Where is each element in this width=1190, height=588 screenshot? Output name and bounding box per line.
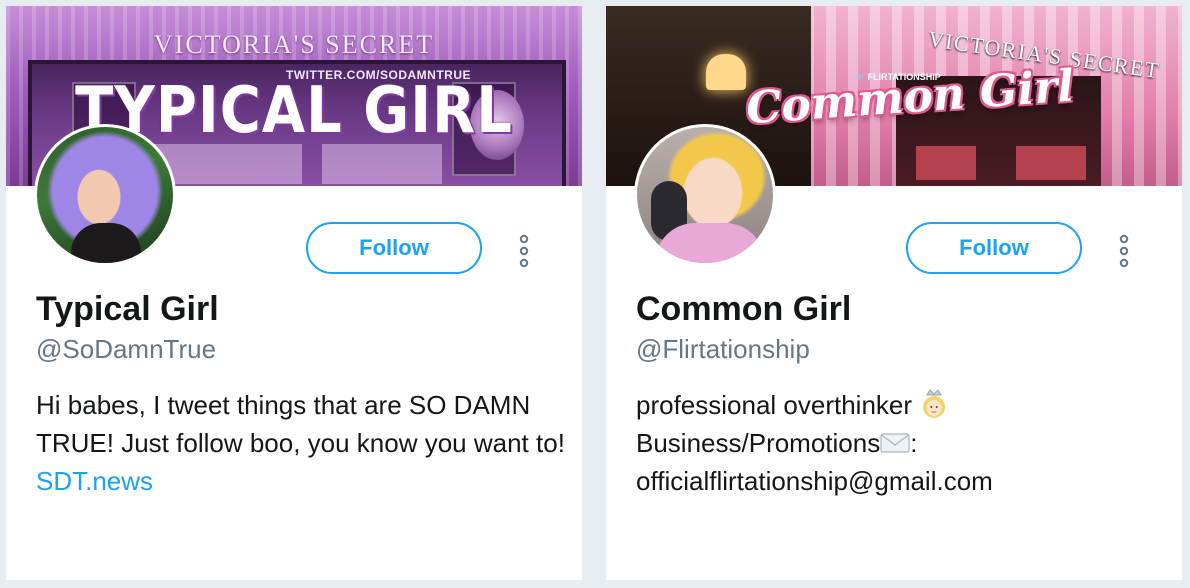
profile-screen-name[interactable]: @Flirtationship — [636, 334, 810, 365]
banner-shelf — [152, 144, 302, 184]
bio-line-3: officialflirtationship@gmail.com — [636, 466, 993, 496]
avatar-body — [655, 223, 765, 263]
avatar[interactable] — [34, 124, 176, 266]
vertical-ellipsis-icon[interactable] — [1114, 234, 1134, 268]
envelope-emoji-icon — [880, 433, 910, 453]
profile-bio: Hi babes, I tweet things that are SO DAM… — [36, 386, 566, 500]
avatar-image — [37, 127, 173, 263]
profile-card-common-girl: VICTORIA'S SECRET ✦ FLIRTATIONSHIP Common… — [606, 6, 1182, 580]
profile-name[interactable]: Typical Girl — [36, 290, 219, 329]
bio-link[interactable]: SDT.news — [36, 466, 153, 496]
bio-text: Hi babes, I tweet things that are SO DAM… — [36, 390, 565, 458]
bio-line-2: Business/Promotions — [636, 428, 881, 458]
banner-shelf — [322, 144, 442, 184]
bio-line-2-suffix: : — [910, 428, 918, 458]
avatar-body — [71, 223, 141, 263]
profile-screen-name[interactable]: @SoDamnTrue — [36, 334, 216, 365]
vertical-ellipsis-icon[interactable] — [514, 234, 534, 268]
banner-lamp — [706, 54, 746, 90]
follow-button[interactable]: Follow — [306, 222, 482, 274]
avatar[interactable] — [634, 124, 776, 266]
profile-name[interactable]: Common Girl — [636, 290, 851, 329]
banner-rack — [916, 146, 976, 180]
banner-rack — [1016, 146, 1086, 180]
bio-line-1: professional overthinker — [636, 390, 913, 420]
princess-emoji-icon — [923, 389, 946, 418]
profile-bio: professional overthinker Business/Promot… — [636, 386, 1166, 500]
banner-brand-text: VICTORIA'S SECRET — [153, 30, 435, 59]
follow-button[interactable]: Follow — [906, 222, 1082, 274]
avatar-image — [637, 127, 773, 263]
profile-card-typical-girl: VICTORIA'S SECRET TWITTER.COM/SODAMNTRUE… — [6, 6, 582, 580]
